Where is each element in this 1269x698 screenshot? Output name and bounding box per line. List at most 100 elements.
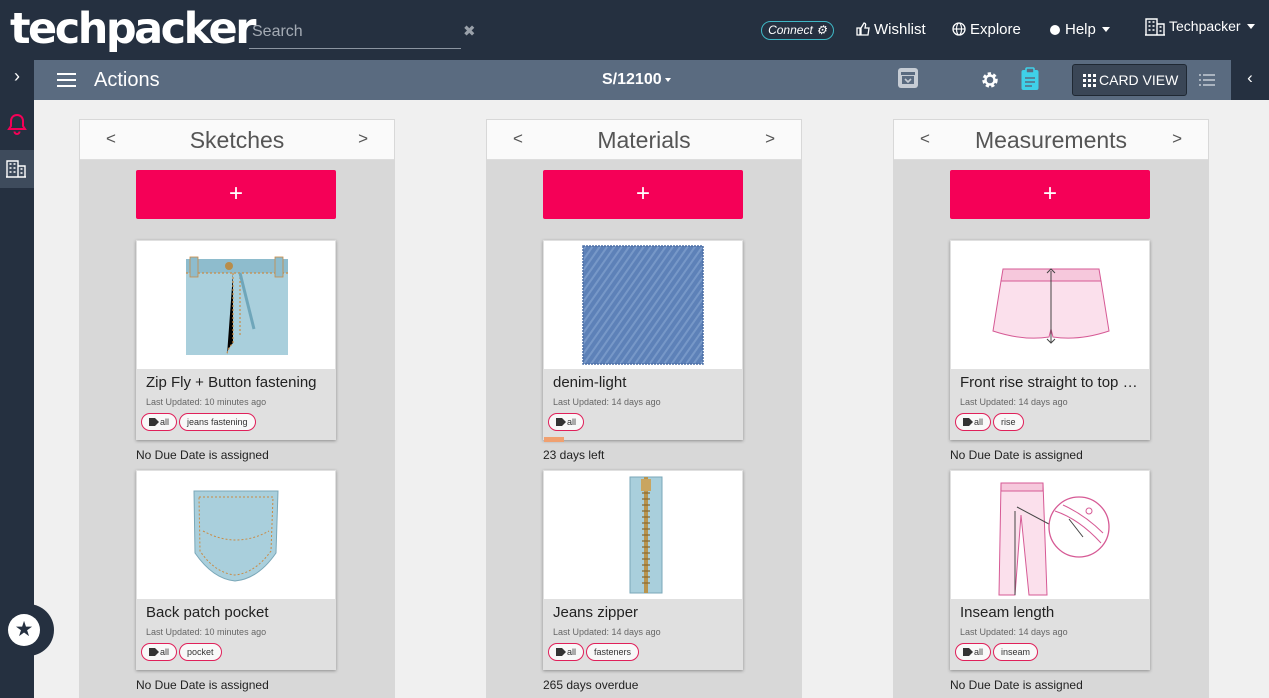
chevron-down-icon [664, 78, 671, 82]
explore-label: Explore [970, 21, 1021, 38]
company-building-icon[interactable] [0, 150, 34, 188]
grid-icon [1083, 74, 1096, 87]
card-inseam-length[interactable]: Inseam length Last Updated: 14 days ago … [950, 470, 1150, 670]
style-number-dropdown[interactable]: S/12100 [602, 71, 671, 89]
help-dot-icon [1050, 25, 1060, 35]
prev-column-chevron-icon[interactable]: < [513, 129, 523, 149]
tag-chip[interactable]: inseam [993, 643, 1039, 661]
card-title: Zip Fly + Button fastening [146, 374, 317, 391]
style-number-label: S/12100 [602, 71, 662, 88]
globe-icon [952, 22, 966, 36]
explore-link[interactable]: Explore [952, 21, 1021, 38]
search-input[interactable]: Search [249, 18, 461, 49]
techpacker-logo[interactable]: techpacker [10, 4, 256, 54]
tag-chip[interactable]: fasteners [586, 643, 640, 661]
connect-gear-icon: ⚙ [816, 23, 827, 37]
card-title: denim-light [553, 374, 627, 391]
tag-chip[interactable]: all [955, 643, 992, 661]
card-view-button[interactable]: CARD VIEW [1072, 64, 1187, 96]
card-title: Front rise straight to top of waistband [960, 374, 1145, 391]
card-front-rise[interactable]: Front rise straight to top of waistband … [950, 240, 1150, 440]
hamburger-menu-icon[interactable] [57, 73, 76, 87]
tag-chip[interactable]: all [548, 413, 585, 431]
sketches-column: < Sketches > + Zip Fly + Button fastenin… [79, 119, 395, 698]
card-updated: Last Updated: 14 days ago [553, 627, 661, 637]
card-title: Inseam length [960, 604, 1055, 621]
card-denim-light[interactable]: denim-light Last Updated: 14 days ago al… [543, 240, 743, 440]
due-date-text: No Due Date is assigned [136, 678, 269, 692]
card-tags: all fasteners [548, 642, 641, 661]
column-title: Sketches [189, 127, 285, 153]
card-tags: all pocket [141, 642, 224, 661]
add-sketch-button[interactable]: + [136, 170, 336, 219]
card-jeans-zipper[interactable]: Jeans zipper Last Updated: 14 days ago a… [543, 470, 743, 670]
help-menu[interactable]: Help [1049, 21, 1110, 38]
list-view-icon[interactable] [1199, 73, 1215, 91]
card-updated: Last Updated: 10 minutes ago [146, 627, 267, 637]
settings-gear-icon[interactable] [979, 69, 1001, 96]
tag-chip[interactable]: all [141, 413, 178, 431]
column-title: Materials [597, 127, 691, 153]
card-updated: Last Updated: 10 minutes ago [146, 397, 267, 407]
tag-chip[interactable]: all [141, 643, 178, 661]
prev-column-chevron-icon[interactable]: < [920, 129, 930, 149]
next-column-chevron-icon[interactable]: > [358, 129, 368, 149]
help-label: Help [1065, 21, 1096, 38]
card-thumbnail [951, 241, 1149, 369]
card-tags: all [548, 412, 586, 431]
card-thumbnail [544, 471, 742, 599]
tag-label: all [567, 417, 577, 427]
archive-icon[interactable] [898, 68, 918, 88]
card-updated: Last Updated: 14 days ago [553, 397, 661, 407]
account-label: Techpacker [1169, 18, 1241, 34]
due-status-marker [544, 437, 564, 442]
thumbs-up-icon [856, 22, 870, 36]
expand-sidebar-icon[interactable]: › [0, 60, 34, 100]
connect-button[interactable]: Connect ⚙ [761, 21, 834, 40]
tag-label: all [567, 647, 577, 657]
due-date-text: No Due Date is assigned [950, 448, 1083, 462]
card-zip-fly[interactable]: Zip Fly + Button fastening Last Updated:… [136, 240, 336, 440]
tag-icon [149, 648, 159, 656]
tag-label: all [974, 417, 984, 427]
due-date-text: 265 days overdue [543, 678, 639, 692]
card-back-patch-pocket[interactable]: Back patch pocket Last Updated: 10 minut… [136, 470, 336, 670]
favorites-button[interactable]: ★ [0, 604, 54, 656]
clear-search-icon[interactable]: ✖ [463, 22, 476, 40]
tag-chip[interactable]: pocket [179, 643, 222, 661]
tag-icon [556, 418, 566, 426]
chevron-down-icon [1246, 24, 1255, 29]
clipboard-icon[interactable] [1020, 67, 1040, 96]
prev-column-chevron-icon[interactable]: < [106, 129, 116, 149]
tag-label: all [160, 647, 170, 657]
tag-label: jeans fastening [187, 417, 248, 427]
collapse-right-panel-icon[interactable]: ‹ [1231, 60, 1269, 100]
tag-label: pocket [187, 647, 214, 657]
notification-bell-icon[interactable] [3, 113, 31, 143]
actions-toolbar: Actions S/12100 CARD VIEW [34, 60, 1231, 100]
wishlist-link[interactable]: Wishlist [856, 21, 926, 38]
tag-chip[interactable]: jeans fastening [179, 413, 256, 431]
due-date-text: No Due Date is assigned [950, 678, 1083, 692]
top-navigation-bar: techpacker Search ✖ Connect ⚙ Wishlist E… [0, 0, 1269, 60]
tag-chip[interactable]: all [955, 413, 992, 431]
tag-label: all [160, 417, 170, 427]
wishlist-label: Wishlist [874, 21, 926, 38]
tag-icon [149, 418, 159, 426]
tag-chip[interactable]: rise [993, 413, 1024, 431]
next-column-chevron-icon[interactable]: > [765, 129, 775, 149]
chevron-down-icon [1101, 27, 1110, 32]
account-menu[interactable]: Techpacker [1145, 18, 1255, 38]
add-measurement-button[interactable]: + [950, 170, 1150, 219]
card-title: Jeans zipper [553, 604, 639, 621]
column-header: < Measurements > [894, 120, 1208, 160]
materials-column: < Materials > + denim-light Last Updated… [486, 119, 802, 698]
add-material-button[interactable]: + [543, 170, 743, 219]
tag-icon [963, 648, 973, 656]
next-column-chevron-icon[interactable]: > [1172, 129, 1182, 149]
tag-chip[interactable]: all [548, 643, 585, 661]
measurements-column: < Measurements > + Front rise straight t… [893, 119, 1209, 698]
column-header: < Sketches > [80, 120, 394, 160]
due-date-text: No Due Date is assigned [136, 448, 269, 462]
card-tags: all jeans fastening [141, 412, 258, 431]
